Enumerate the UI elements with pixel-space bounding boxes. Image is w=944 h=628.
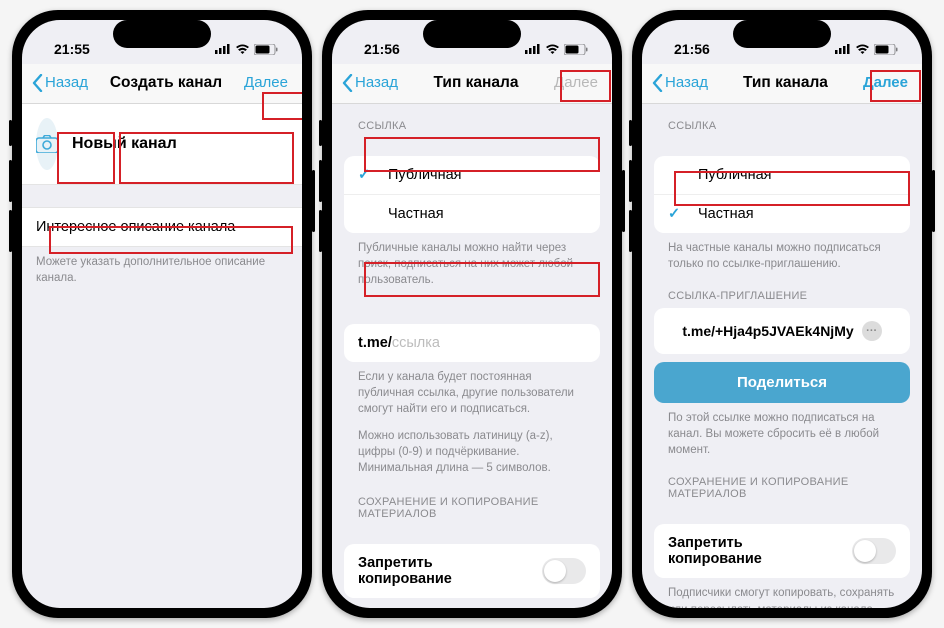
link-input[interactable]: t.me/ссылка — [344, 324, 600, 362]
private-hint: На частные каналы можно подписаться толь… — [654, 233, 910, 272]
share-button[interactable]: Поделиться — [654, 362, 910, 403]
section-copy-label: СОХРАНЕНИЕ И КОПИРОВАНИЕ МАТЕРИАЛОВ — [344, 476, 600, 526]
phone-2: 21:56 Назад Тип канала Далее ССЫЛКА ✓ Пу… — [322, 10, 622, 618]
next-button[interactable]: Далее — [859, 72, 912, 93]
nav-title: Тип канала — [434, 74, 519, 92]
restrict-hint: Подписчики смогут копировать, сохранять … — [654, 578, 910, 608]
option-public[interactable]: ✓ Публичная — [344, 156, 600, 195]
section-link-label: ССЫЛКА — [654, 104, 910, 138]
restrict-hint: Подписчики смогут копировать, сохранять … — [344, 598, 600, 608]
next-button-disabled: Далее — [550, 72, 602, 93]
signal-icon — [215, 44, 231, 54]
restrict-copy-row[interactable]: Запретить копирование — [654, 524, 910, 578]
toggle-off[interactable] — [542, 558, 586, 584]
back-button[interactable]: Назад — [32, 74, 92, 92]
phone-1: 21:55 Назад Создать канал Далее Интере — [12, 10, 312, 618]
nav-bar: Назад Тип канала Далее — [332, 64, 612, 104]
description-hint: Можете указать дополнительное описание к… — [22, 247, 302, 286]
nav-bar: Назад Создать канал Далее — [22, 64, 302, 104]
public-hint: Публичные каналы можно найти через поиск… — [344, 233, 600, 288]
camera-icon — [36, 135, 58, 153]
chevron-left-icon — [342, 74, 353, 92]
status-time: 21:55 — [54, 41, 90, 57]
next-button[interactable]: Далее — [240, 72, 292, 93]
channel-photo-button[interactable] — [36, 118, 58, 170]
wifi-icon — [545, 44, 560, 55]
channel-description-input[interactable]: Интересное описание канала — [22, 207, 302, 247]
section-link-label: ССЫЛКА — [344, 104, 600, 138]
section-copy-label: СОХРАНЕНИЕ И КОПИРОВАНИЕ МАТЕРИАЛОВ — [654, 458, 910, 506]
link-hint-2: Можно использовать латиницу (a-z), цифры… — [344, 418, 600, 476]
check-icon: ✓ — [358, 167, 376, 183]
toggle-off[interactable] — [852, 538, 896, 564]
option-public[interactable]: ✓ Публичная — [654, 156, 910, 195]
nav-title: Тип канала — [743, 74, 828, 92]
restrict-copy-row[interactable]: Запретить копирование — [344, 544, 600, 598]
more-icon[interactable]: ··· — [862, 321, 882, 341]
back-button[interactable]: Назад — [342, 74, 402, 92]
dynamic-island — [423, 20, 521, 48]
check-icon: ✓ — [668, 206, 686, 222]
status-time: 21:56 — [364, 41, 400, 57]
wifi-icon — [235, 44, 250, 55]
section-invite-label: ССЫЛКА-ПРИГЛАШЕНИЕ — [654, 272, 910, 308]
battery-icon — [254, 44, 278, 55]
option-private[interactable]: ✓ Частная — [344, 195, 600, 233]
dynamic-island — [113, 20, 211, 48]
battery-icon — [564, 44, 588, 55]
option-private[interactable]: ✓ Частная — [654, 195, 910, 233]
invite-link-row[interactable]: t.me/+Hja4p5JVAEk4NjMy ··· — [654, 308, 910, 354]
nav-title: Создать канал — [110, 74, 222, 92]
invite-hint: По этой ссылке можно подписаться на кана… — [654, 403, 910, 458]
signal-icon — [525, 44, 541, 54]
phone-3: 21:56 Назад Тип канала Далее ССЫЛКА ✓ Пу… — [632, 10, 932, 618]
back-button[interactable]: Назад — [652, 74, 712, 92]
status-time: 21:56 — [674, 41, 710, 57]
nav-bar: Назад Тип канала Далее — [642, 64, 922, 104]
channel-name-input[interactable] — [72, 135, 291, 153]
signal-icon — [835, 44, 851, 54]
battery-icon — [874, 44, 898, 55]
chevron-left-icon — [32, 74, 43, 92]
link-hint-1: Если у канала будет постоянная публичная… — [344, 362, 600, 417]
chevron-left-icon — [652, 74, 663, 92]
wifi-icon — [855, 44, 870, 55]
dynamic-island — [733, 20, 831, 48]
